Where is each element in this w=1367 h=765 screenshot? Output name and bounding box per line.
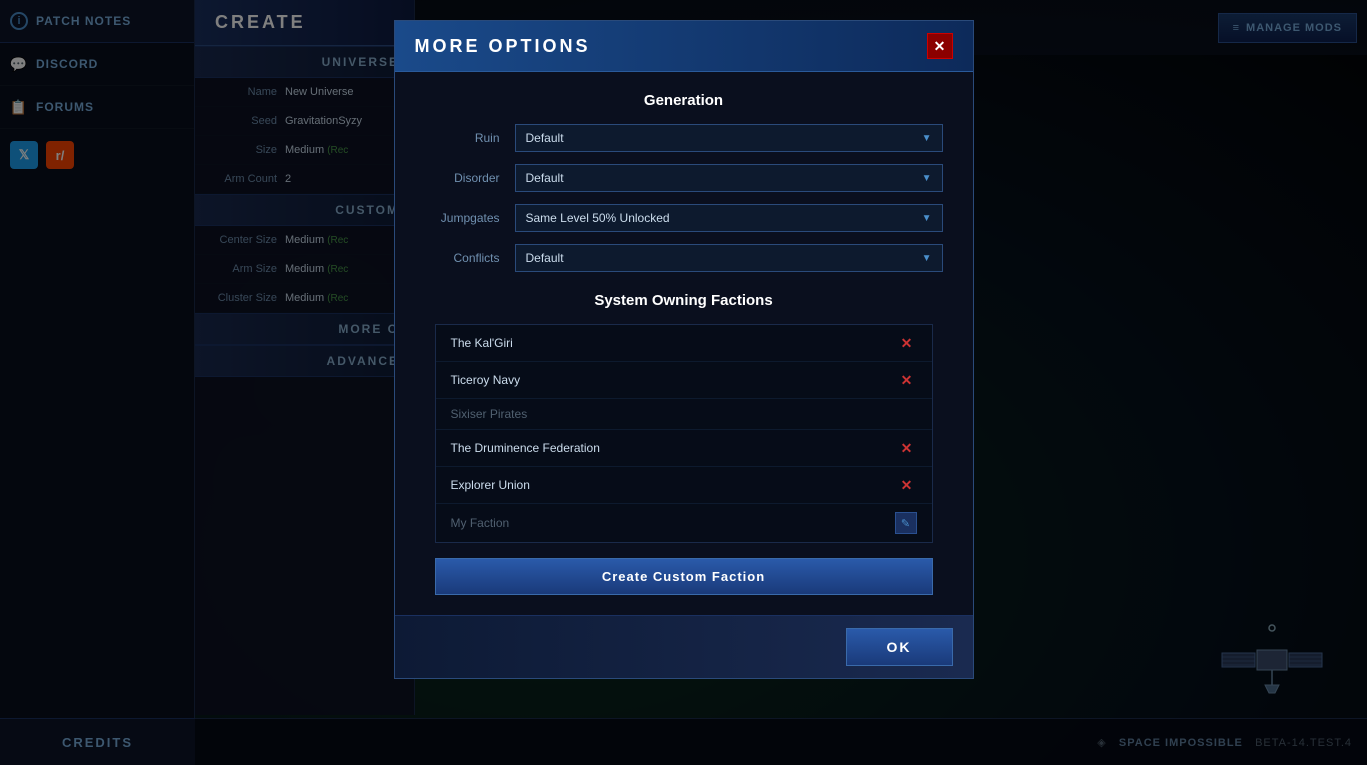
modal-close-icon: ✕	[934, 38, 946, 55]
faction-remove-kalgiri[interactable]: ✕	[897, 333, 917, 353]
conflicts-form-group: Conflicts Default ▼	[425, 244, 943, 272]
ok-button[interactable]: OK	[846, 628, 953, 666]
faction-name-ticeroy: Ticeroy Navy	[451, 373, 521, 387]
faction-name-explorer: Explorer Union	[451, 478, 530, 492]
generation-section-title: Generation	[425, 92, 943, 109]
jumpgates-label: Jumpgates	[425, 211, 515, 225]
faction-item-ticeroy: Ticeroy Navy ✕	[436, 362, 932, 399]
faction-item-druminence: The Druminence Federation ✕	[436, 430, 932, 467]
faction-list: The Kal'Giri ✕ Ticeroy Navy ✕ Sixiser Pi…	[435, 324, 933, 543]
jumpgates-arrow-icon: ▼	[922, 213, 932, 224]
modal-title: MORE OPTIONS	[415, 36, 591, 57]
faction-name-myfaction: My Faction	[451, 516, 510, 530]
conflicts-select[interactable]: Default ▼	[515, 244, 943, 272]
conflicts-label: Conflicts	[425, 251, 515, 265]
modal-close-button[interactable]: ✕	[927, 33, 953, 59]
ruin-label: Ruin	[425, 131, 515, 145]
system-owning-title: System Owning Factions	[425, 292, 943, 309]
ruin-arrow-icon: ▼	[922, 133, 932, 144]
faction-name-kalgiri: The Kal'Giri	[451, 336, 513, 350]
faction-remove-explorer[interactable]: ✕	[897, 475, 917, 495]
modal-header: MORE OPTIONS ✕	[395, 21, 973, 72]
ruin-form-group: Ruin Default ▼	[425, 124, 943, 152]
more-options-modal: MORE OPTIONS ✕ Generation Ruin Default ▼…	[394, 20, 974, 679]
modal-footer: OK	[395, 615, 973, 678]
disorder-form-group: Disorder Default ▼	[425, 164, 943, 192]
faction-item-sixiser: Sixiser Pirates	[436, 399, 932, 430]
faction-item-kalgiri: The Kal'Giri ✕	[436, 325, 932, 362]
ruin-select[interactable]: Default ▼	[515, 124, 943, 152]
faction-remove-druminence[interactable]: ✕	[897, 438, 917, 458]
ruin-value: Default	[526, 131, 564, 145]
jumpgates-select[interactable]: Same Level 50% Unlocked ▼	[515, 204, 943, 232]
disorder-value: Default	[526, 171, 564, 185]
conflicts-value: Default	[526, 251, 564, 265]
jumpgates-value: Same Level 50% Unlocked	[526, 211, 670, 225]
modal-body: Generation Ruin Default ▼ Disorder Defau…	[395, 72, 973, 615]
modal-overlay: MORE OPTIONS ✕ Generation Ruin Default ▼…	[0, 0, 1367, 765]
conflicts-arrow-icon: ▼	[922, 253, 932, 264]
faction-edit-myfaction[interactable]: ✎	[895, 512, 917, 534]
faction-name-sixiser: Sixiser Pirates	[451, 407, 528, 421]
disorder-select[interactable]: Default ▼	[515, 164, 943, 192]
faction-remove-ticeroy[interactable]: ✕	[897, 370, 917, 390]
faction-item-myfaction: My Faction ✎	[436, 504, 932, 542]
disorder-arrow-icon: ▼	[922, 173, 932, 184]
create-custom-faction-button[interactable]: Create Custom Faction	[435, 558, 933, 595]
jumpgates-form-group: Jumpgates Same Level 50% Unlocked ▼	[425, 204, 943, 232]
faction-name-druminence: The Druminence Federation	[451, 441, 600, 455]
faction-item-explorer: Explorer Union ✕	[436, 467, 932, 504]
disorder-label: Disorder	[425, 171, 515, 185]
